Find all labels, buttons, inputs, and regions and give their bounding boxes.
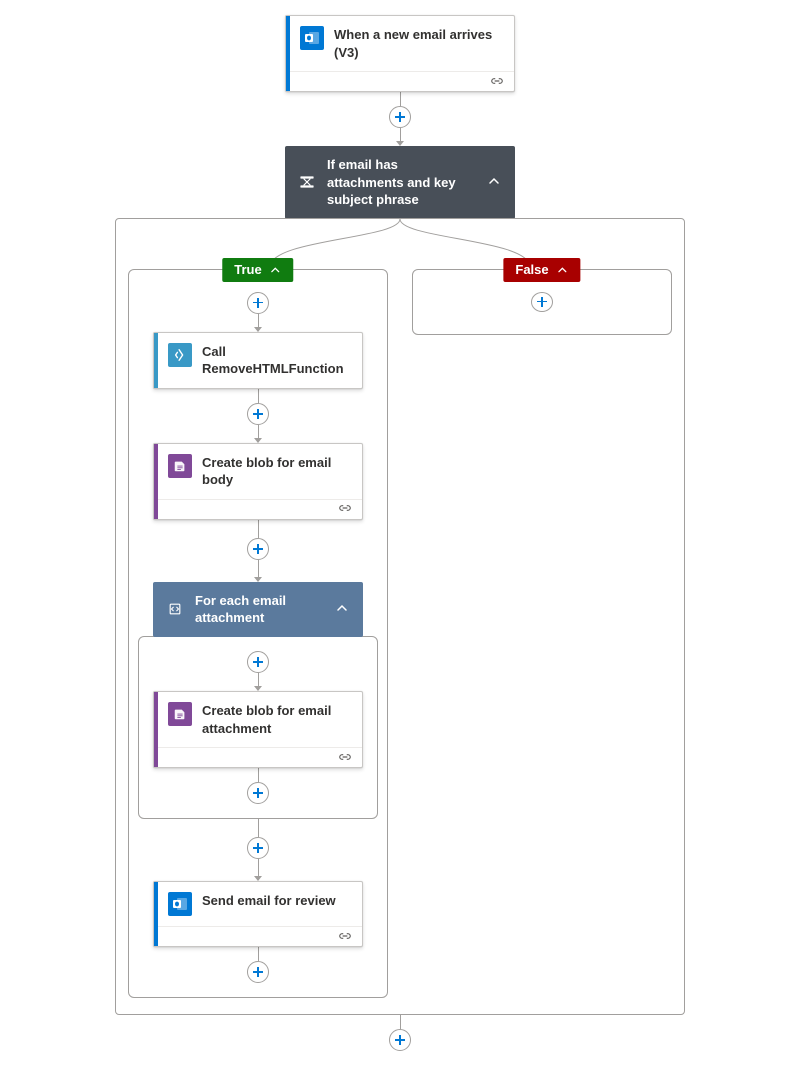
card-stripe [154, 692, 158, 767]
function-icon [168, 343, 192, 367]
card-stripe [286, 16, 290, 91]
false-branch-column: False [412, 269, 672, 998]
card-stripe [154, 882, 158, 946]
add-step-button[interactable] [247, 961, 269, 983]
link-icon [338, 751, 352, 765]
false-label-text: False [515, 262, 548, 277]
connector-line [258, 768, 259, 782]
outlook-icon [168, 892, 192, 916]
connector-line [400, 1015, 401, 1029]
link-icon [490, 75, 504, 89]
foreach-header[interactable]: For each email attachment [153, 582, 363, 637]
add-step-button[interactable] [389, 106, 411, 128]
add-step-button[interactable] [531, 292, 553, 312]
card-footer [154, 926, 362, 946]
loop-icon [165, 599, 185, 619]
connector-line [258, 560, 259, 578]
branch-row: True Call RemoveHTMLFunction [116, 269, 684, 998]
add-step-button[interactable] [247, 651, 269, 673]
card-stripe [154, 444, 158, 519]
add-step-button[interactable] [247, 837, 269, 859]
card-header: When a new email arrives (V3) [286, 16, 514, 71]
connector-line [400, 128, 401, 142]
card-header: Create blob for email body [154, 444, 362, 499]
arrow-icon [254, 327, 262, 332]
condition-icon [297, 172, 317, 192]
connector-line [258, 389, 259, 403]
link-icon [338, 502, 352, 516]
card-stripe [154, 333, 158, 388]
false-label[interactable]: False [503, 258, 580, 282]
chevron-up-icon[interactable] [335, 601, 351, 617]
action-send-email-review[interactable]: Send email for review [153, 881, 363, 947]
chevron-up-icon [557, 264, 569, 276]
card-header: Call RemoveHTMLFunction [154, 333, 362, 388]
true-branch: True Call RemoveHTMLFunction [128, 269, 388, 998]
blob-icon [168, 454, 192, 478]
connector-line [258, 859, 259, 877]
add-step-button[interactable] [247, 782, 269, 804]
action-title: Create blob for email body [202, 454, 350, 489]
action-create-blob-body[interactable]: Create blob for email body [153, 443, 363, 520]
link-icon [338, 930, 352, 944]
connector-line [258, 947, 259, 961]
action-title: Call RemoveHTMLFunction [202, 343, 350, 378]
action-title: Create blob for email attachment [202, 702, 350, 737]
connector-line [258, 520, 259, 538]
action-call-removehtml[interactable]: Call RemoveHTMLFunction [153, 332, 363, 389]
trigger-title: When a new email arrives (V3) [334, 26, 502, 61]
condition-header[interactable]: If email has attachments and key subject… [285, 146, 515, 219]
outlook-icon [300, 26, 324, 50]
connector-line [400, 92, 401, 106]
card-footer [286, 71, 514, 91]
foreach-title: For each email attachment [195, 592, 325, 627]
connector-line [258, 425, 259, 439]
connector-line [258, 819, 259, 837]
card-header: Create blob for email attachment [154, 692, 362, 747]
card-footer [154, 747, 362, 767]
false-branch: False [412, 269, 672, 335]
add-step-button[interactable] [389, 1029, 411, 1051]
foreach-container: Create blob for email attachment [138, 636, 378, 819]
true-label-text: True [234, 262, 261, 277]
add-step-button[interactable] [247, 538, 269, 560]
trigger-card[interactable]: When a new email arrives (V3) [285, 15, 515, 92]
true-branch-column: True Call RemoveHTMLFunction [128, 269, 388, 998]
add-step-button[interactable] [247, 292, 269, 314]
action-create-blob-attachment[interactable]: Create blob for email attachment [153, 691, 363, 768]
workflow-canvas: When a new email arrives (V3) If email h… [0, 15, 800, 1051]
connector-line [258, 314, 259, 328]
card-header: Send email for review [154, 882, 362, 926]
branch-connector [130, 219, 670, 269]
blob-icon [168, 702, 192, 726]
chevron-up-icon [270, 264, 282, 276]
add-step-button[interactable] [247, 403, 269, 425]
condition-container: True Call RemoveHTMLFunction [115, 218, 685, 1015]
true-label[interactable]: True [222, 258, 293, 282]
condition-title: If email has attachments and key subject… [327, 156, 477, 209]
card-footer [154, 499, 362, 519]
chevron-up-icon[interactable] [487, 174, 503, 190]
connector-line [258, 673, 259, 687]
action-title: Send email for review [202, 892, 350, 910]
